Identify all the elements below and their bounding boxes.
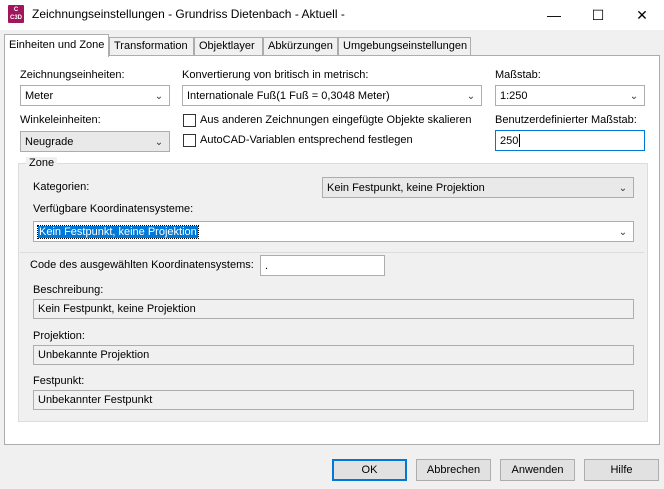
scale-objects-label: Aus anderen Zeichnungen eingefügte Objek… (200, 114, 472, 126)
scale-objects-checkbox[interactable] (183, 114, 196, 127)
window-title: Zeichnungseinstellungen - Grundriss Diet… (32, 7, 345, 21)
text-caret (519, 134, 521, 147)
code-value: . (265, 259, 269, 272)
drawing-units-dropdown[interactable]: Meter ⌄ (20, 85, 170, 106)
description-label: Beschreibung: (33, 284, 104, 296)
close-icon[interactable]: ✕ (620, 0, 664, 30)
drawing-units-label: Zeichnungseinheiten: (20, 69, 125, 81)
custom-scale-label: Benutzerdefinierter Maßstab: (495, 114, 637, 126)
drawing-units-value: Meter (25, 89, 54, 102)
autocad-vars-checkbox[interactable] (183, 134, 196, 147)
conversion-label: Konvertierung von britisch in metrisch: (182, 69, 369, 81)
scale-value: 1:250 (500, 89, 528, 102)
chevron-down-icon: ⌄ (618, 226, 628, 238)
categories-label: Kategorien: (33, 181, 90, 193)
chevron-down-icon: ⌄ (629, 90, 639, 102)
available-cs-value: Kein Festpunkt, keine Projektion (37, 224, 199, 239)
projection-field: Unbekannte Projektion (33, 345, 634, 365)
zone-group-title: Zone (26, 157, 58, 169)
zone-divider (20, 252, 644, 253)
available-cs-dropdown[interactable]: Kein Festpunkt, keine Projektion ⌄ (33, 221, 634, 242)
chevron-down-icon: ⌄ (466, 90, 476, 102)
apply-button[interactable]: Anwenden (500, 459, 575, 481)
cancel-button[interactable]: Abbrechen (416, 459, 491, 481)
chevron-down-icon: ⌄ (154, 136, 164, 148)
autocad-vars-label: AutoCAD-Variablen entsprechend festlegen (200, 134, 413, 146)
custom-scale-value: 250 (500, 134, 519, 147)
available-cs-label: Verfügbare Koordinatensysteme: (33, 203, 194, 215)
tab-umgebungseinstellungen[interactable]: Umgebungseinstellungen (338, 37, 471, 56)
description-value: Kein Festpunkt, keine Projektion (38, 303, 196, 315)
categories-value: Kein Festpunkt, keine Projektion (327, 181, 485, 194)
title-bar: C C3D Zeichnungseinstellungen - Grundriss… (0, 0, 664, 30)
scale-label: Maßstab: (495, 69, 541, 81)
civil3d-app-icon: C C3D (8, 5, 24, 23)
zone-groupbox (18, 163, 648, 422)
datum-field: Unbekannter Festpunkt (33, 390, 634, 410)
description-field: Kein Festpunkt, keine Projektion (33, 299, 634, 319)
tab-abkuerzungen[interactable]: Abkürzungen (263, 37, 338, 56)
tab-objektlayer[interactable]: Objektlayer (194, 37, 263, 56)
custom-scale-input[interactable]: 250 (495, 130, 645, 151)
projection-label: Projektion: (33, 330, 85, 342)
angle-units-label: Winkeleinheiten: (20, 114, 101, 126)
categories-dropdown[interactable]: Kein Festpunkt, keine Projektion ⌄ (322, 177, 634, 198)
conversion-dropdown[interactable]: Internationale Fuß(1 Fuß = 0,3048 Meter)… (182, 85, 482, 106)
maximize-icon[interactable]: ☐ (576, 0, 620, 30)
code-label: Code des ausgewählten Koordinatensystems… (30, 259, 254, 271)
angle-units-dropdown[interactable]: Neugrade ⌄ (20, 131, 170, 152)
minimize-icon[interactable]: — (532, 0, 576, 30)
datum-label: Festpunkt: (33, 375, 85, 387)
projection-value: Unbekannte Projektion (38, 349, 150, 361)
tab-einheiten-und-zone[interactable]: Einheiten und Zone (4, 34, 109, 57)
datum-value: Unbekannter Festpunkt (38, 394, 153, 406)
help-button[interactable]: Hilfe (584, 459, 659, 481)
conversion-value: Internationale Fuß(1 Fuß = 0,3048 Meter) (187, 89, 390, 102)
angle-units-value: Neugrade (25, 135, 74, 148)
tab-transformation[interactable]: Transformation (109, 37, 194, 56)
ok-button[interactable]: OK (332, 459, 407, 481)
chevron-down-icon: ⌄ (618, 182, 628, 194)
chevron-down-icon: ⌄ (154, 90, 164, 102)
scale-dropdown[interactable]: 1:250 ⌄ (495, 85, 645, 106)
code-field[interactable]: . (260, 255, 385, 276)
